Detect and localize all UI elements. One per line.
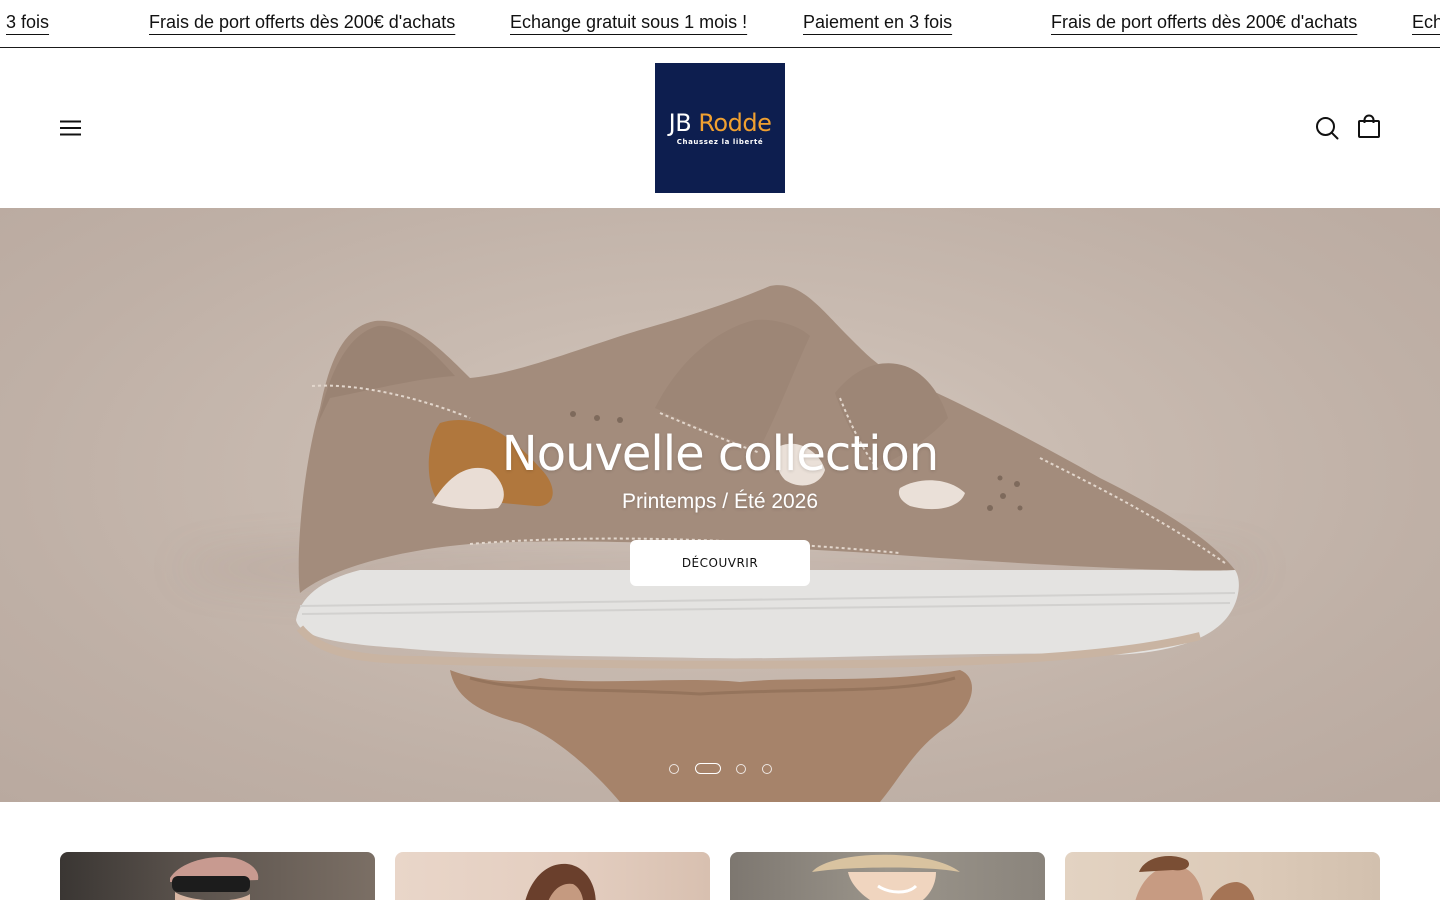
category-card[interactable] xyxy=(60,852,375,900)
announcement-item[interactable]: Frais de port offerts dès 200€ d'achats xyxy=(1051,12,1357,33)
announcement-item[interactable]: Ech xyxy=(1412,12,1440,33)
logo-tagline: Chaussez la liberté xyxy=(676,137,764,146)
card-image xyxy=(525,863,596,900)
discover-button[interactable]: DÉCOUVRIR xyxy=(630,540,810,586)
menu-button[interactable] xyxy=(56,114,84,142)
slide-dot[interactable] xyxy=(669,764,679,774)
logo-initials: JB xyxy=(668,108,699,137)
site-header: JB Rodde Chaussez la liberté xyxy=(0,48,1440,208)
logo-wordmark: JB Rodde xyxy=(669,111,772,135)
card-image xyxy=(812,854,960,900)
slideshow-pagination xyxy=(0,762,1440,776)
slide-dot[interactable] xyxy=(762,764,772,774)
announcement-item[interactable]: Echange gratuit sous 1 mois ! xyxy=(510,12,747,33)
cart-button[interactable] xyxy=(1355,113,1383,141)
search-button[interactable] xyxy=(1313,114,1341,142)
category-card[interactable] xyxy=(730,852,1045,900)
search-icon xyxy=(1316,117,1339,140)
announcement-item[interactable]: 3 fois xyxy=(6,12,49,33)
category-card[interactable] xyxy=(395,852,710,900)
hero-subtitle: Printemps / Été 2026 xyxy=(621,490,819,513)
announcement-bar: 3 fois Frais de port offerts dès 200€ d'… xyxy=(0,0,1440,48)
card-image xyxy=(170,856,259,900)
shopping-bag-icon xyxy=(1358,114,1380,138)
category-cards xyxy=(0,852,1440,900)
logo-name: Rodde xyxy=(698,108,772,137)
hamburger-icon xyxy=(60,120,81,136)
slide-dot-active[interactable] xyxy=(695,763,721,774)
card-image xyxy=(1135,856,1255,900)
slide-dot[interactable] xyxy=(736,764,746,774)
announcement-item[interactable]: Paiement en 3 fois xyxy=(803,12,952,33)
hero-title: Nouvelle collection xyxy=(501,426,939,482)
announcement-item[interactable]: Frais de port offerts dès 200€ d'achats xyxy=(149,12,455,33)
brand-logo[interactable]: JB Rodde Chaussez la liberté xyxy=(655,63,785,193)
hero-text-block: Nouvelle collection Printemps / Été 2026 xyxy=(0,426,1440,514)
hero-slideshow: Nouvelle collection Printemps / Été 2026… xyxy=(0,208,1440,802)
category-card[interactable] xyxy=(1065,852,1380,900)
